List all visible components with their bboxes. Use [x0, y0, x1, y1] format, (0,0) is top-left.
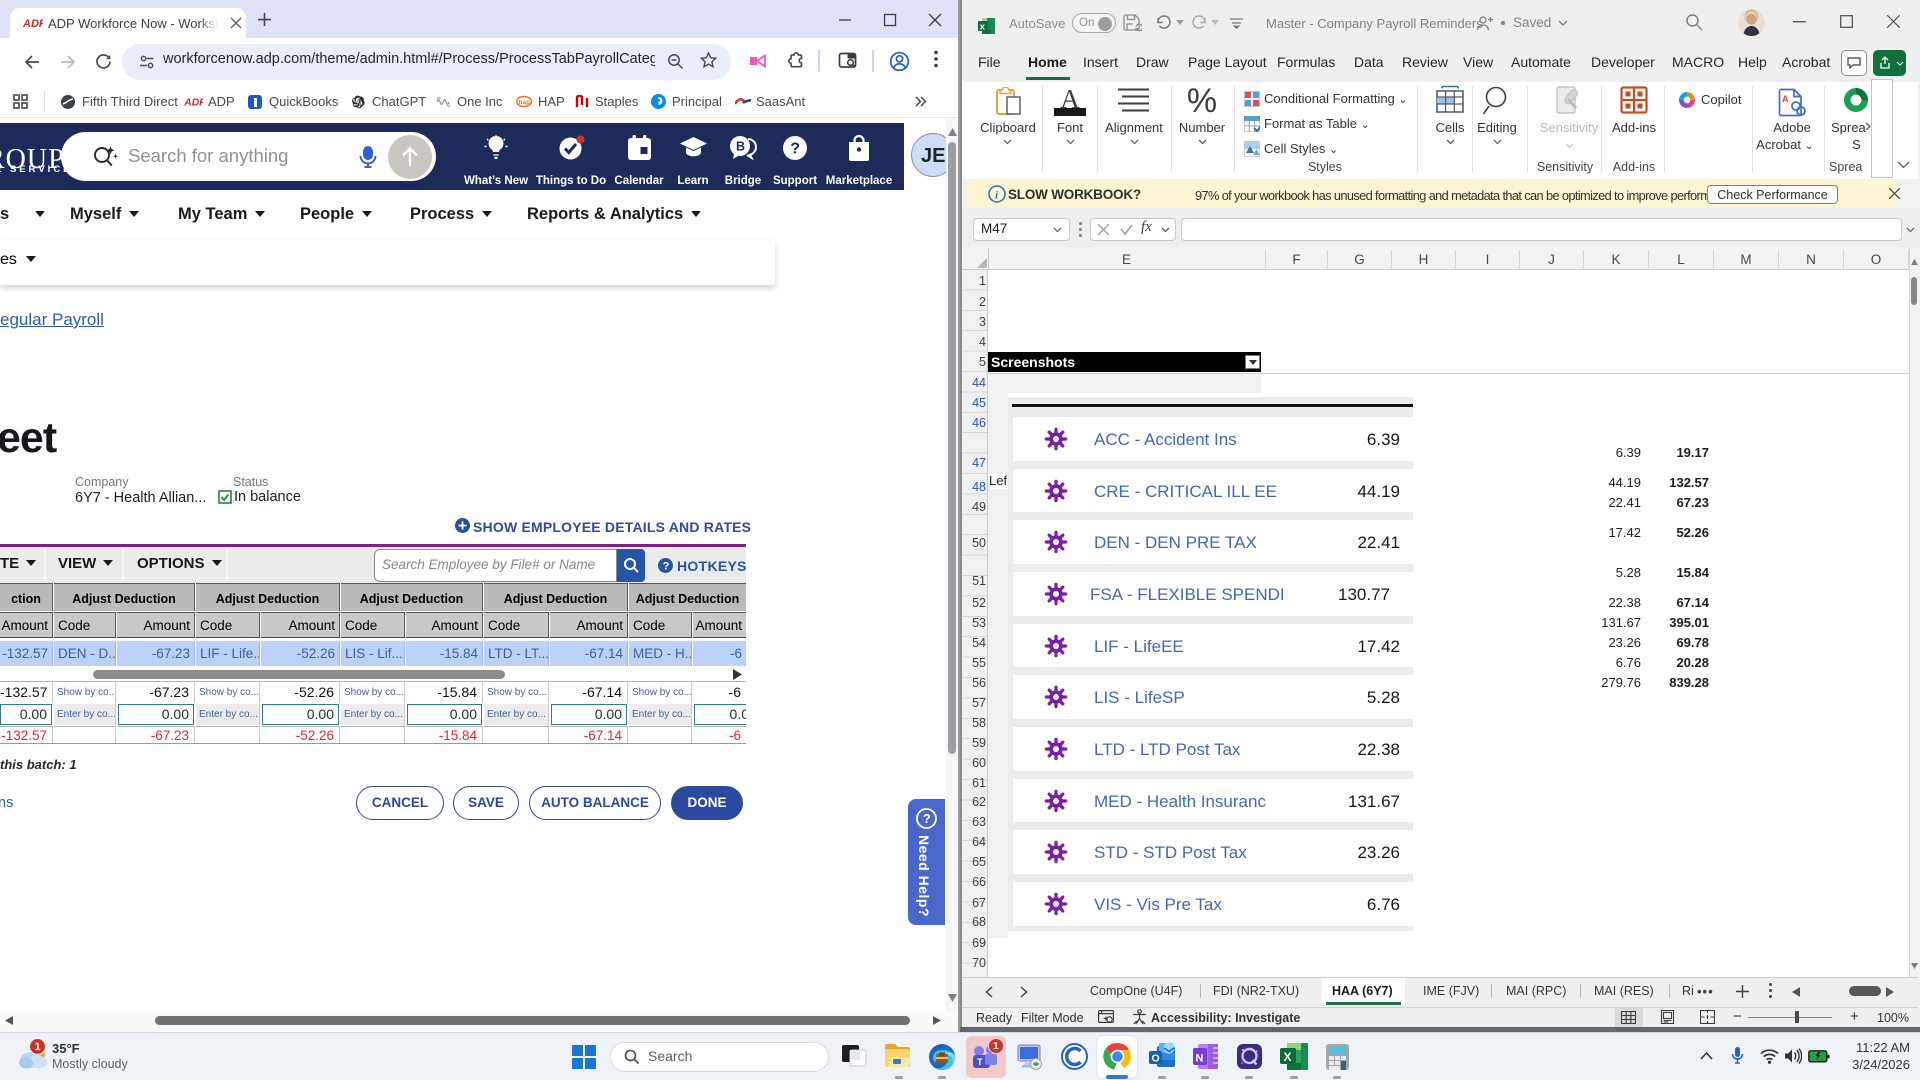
- svg-text:T: T: [977, 1057, 983, 1067]
- svg-text:?: ?: [663, 561, 670, 573]
- svg-text:i: i: [995, 190, 999, 202]
- svg-text:?: ?: [923, 812, 931, 826]
- svg-text:A: A: [1782, 94, 1789, 104]
- svg-text:B: B: [736, 140, 745, 154]
- svg-text:x: x: [980, 22, 986, 33]
- svg-text:?: ?: [790, 141, 800, 158]
- svg-text:ADP: ADP: [184, 97, 203, 108]
- svg-text:N: N: [1196, 1053, 1204, 1065]
- svg-text:hap: hap: [519, 99, 531, 106]
- svg-text:ADP: ADP: [23, 18, 43, 30]
- svg-text:O: O: [1152, 1053, 1160, 1065]
- svg-text:X: X: [1284, 1050, 1292, 1064]
